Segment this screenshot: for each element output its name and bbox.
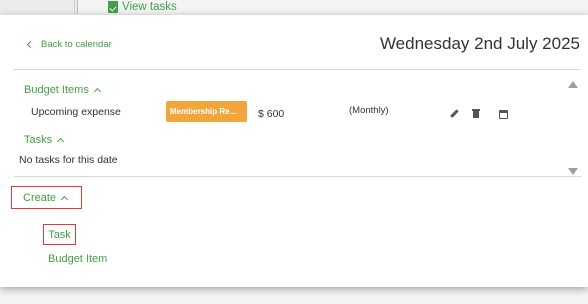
divider-bottom	[14, 176, 581, 177]
budget-items-header: Budget Items	[24, 84, 89, 96]
budget-item-name: Upcoming expense	[31, 106, 121, 118]
chevron-left-icon	[26, 40, 35, 49]
budget-items-toggle[interactable]: Budget Items	[24, 84, 101, 96]
date-title: Wednesday 2nd July 2025	[379, 34, 580, 53]
edit-icon[interactable]	[449, 109, 459, 119]
budget-item-amount: $ 600	[258, 108, 285, 120]
chevron-up-icon	[60, 195, 69, 203]
check-doc-icon	[108, 1, 118, 13]
chevron-up-icon	[57, 137, 65, 146]
calendar-icon[interactable]	[499, 110, 508, 119]
chevron-up-icon	[93, 87, 101, 96]
background-sidebar	[0, 0, 78, 14]
category-badge: Membership Re...	[166, 101, 247, 122]
view-tasks-label: View tasks	[122, 1, 177, 13]
trash-icon[interactable]	[471, 109, 481, 119]
back-to-calendar-link[interactable]: Back to calendar	[26, 39, 112, 50]
day-detail-modal: Back to calendar Wednesday 2nd July 2025…	[0, 15, 588, 287]
view-tasks-link[interactable]: View tasks	[108, 1, 177, 13]
scrollbar[interactable]	[567, 79, 579, 175]
create-label: Create	[23, 191, 57, 204]
divider-top	[14, 69, 581, 70]
tasks-header: Tasks	[24, 134, 53, 146]
budget-item-frequency: (Monthly)	[349, 105, 389, 116]
no-tasks-text: No tasks for this date	[19, 154, 118, 166]
tasks-toggle[interactable]: Tasks	[24, 134, 65, 146]
scroll-down-icon[interactable]	[568, 168, 578, 175]
back-label: Back to calendar	[41, 39, 112, 50]
scroll-up-icon[interactable]	[568, 81, 578, 88]
create-task-link[interactable]: Task	[43, 224, 76, 245]
create-toggle[interactable]: Create	[11, 186, 82, 209]
create-budget-item-link[interactable]: Budget Item	[48, 253, 107, 265]
